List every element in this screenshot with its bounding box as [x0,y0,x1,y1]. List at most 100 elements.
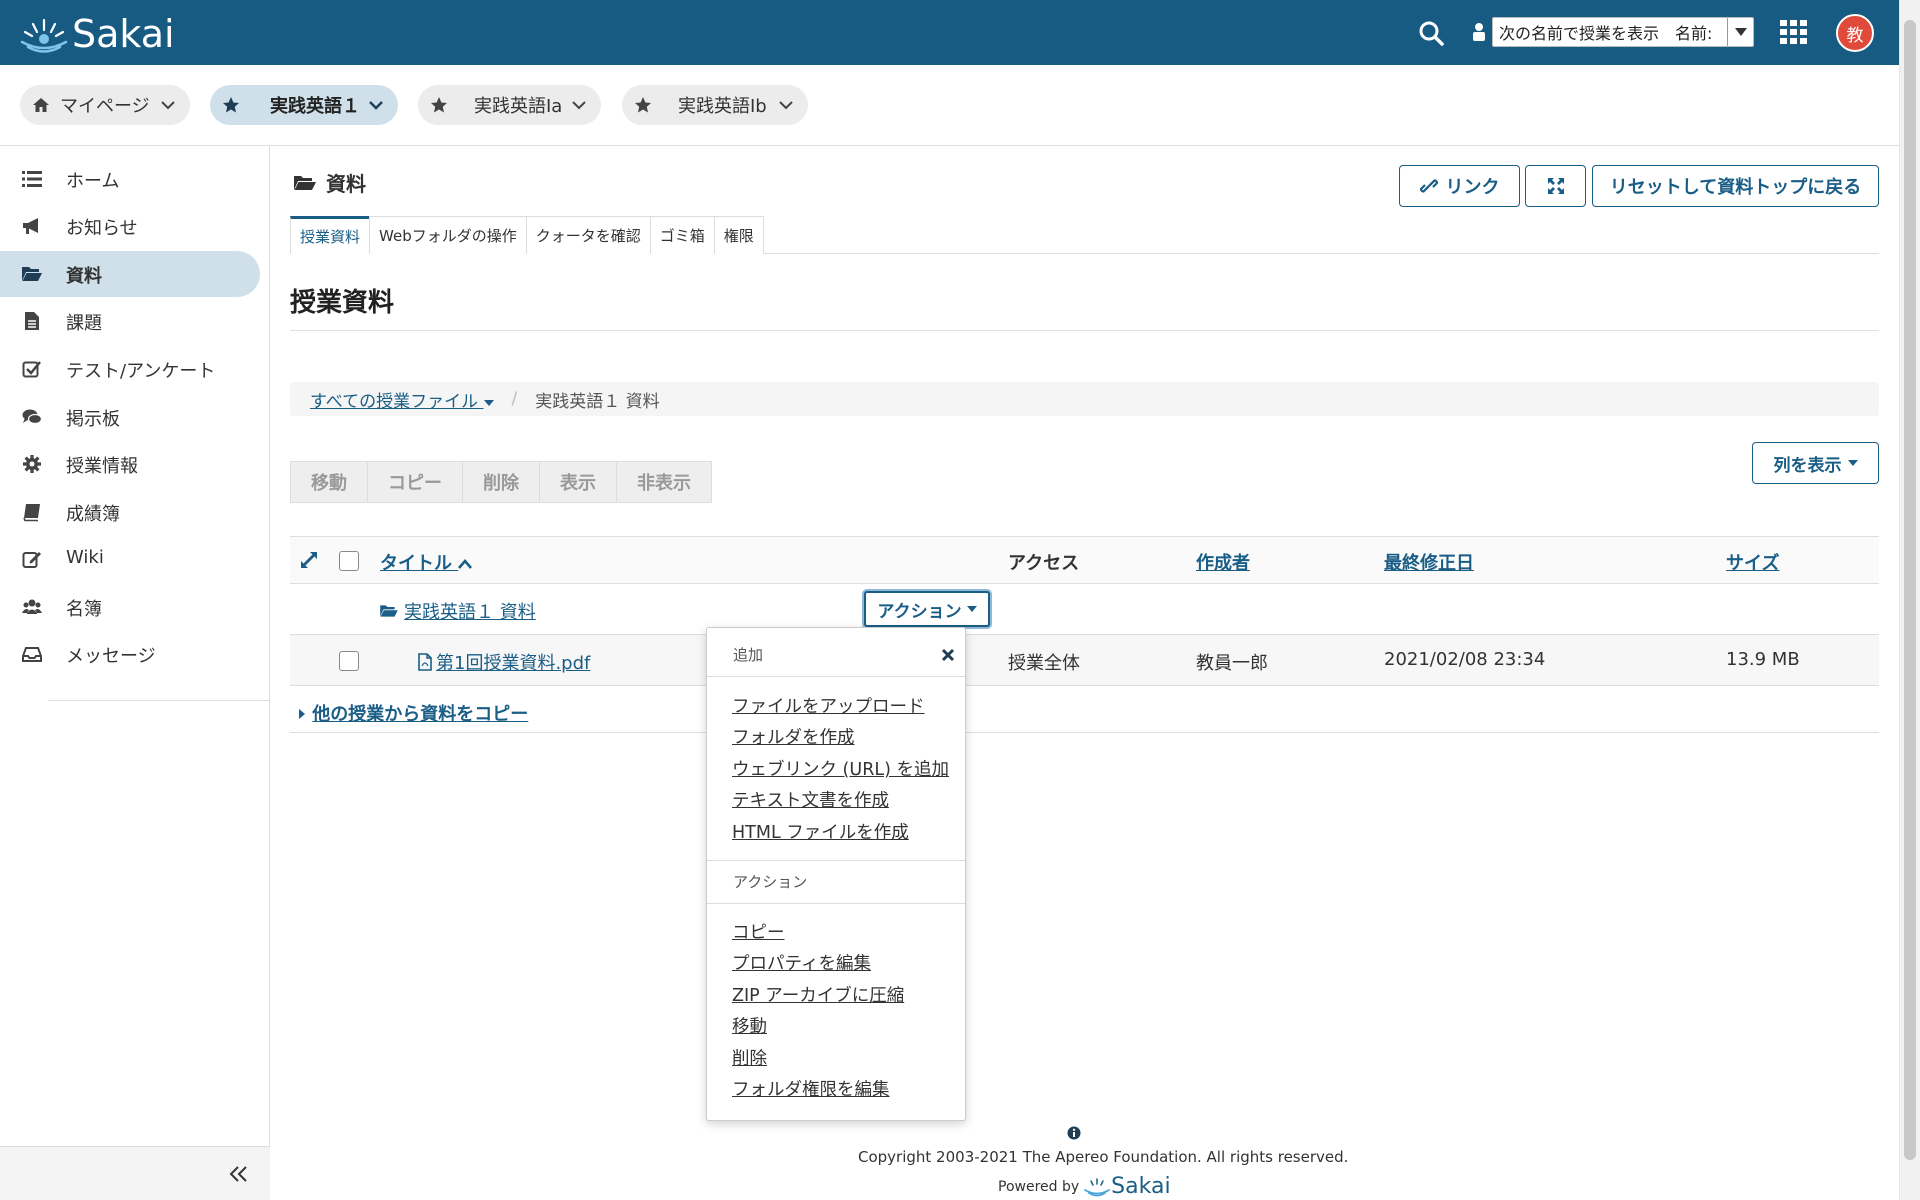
footer-logo-text: Sakai [1111,1174,1171,1199]
table-row-folder: 実践英語１ 資料 アクション [290,584,1879,635]
sidebar-item-roster[interactable]: 名簿 [0,584,260,630]
page-scrollbar[interactable] [1899,0,1920,1200]
maximize-button[interactable] [1525,165,1586,207]
tab-webdav[interactable]: Webフォルダの操作 [369,216,527,254]
show-button[interactable]: 表示 [539,461,617,503]
site-tab-my-workspace[interactable]: マイページ [20,85,190,125]
users-icon [22,599,42,614]
logo-text: Sakai [72,12,175,56]
delete-button[interactable]: 削除 [462,461,540,503]
sidebar-item-wiki[interactable]: Wiki [0,536,260,582]
scrollbar-thumb[interactable] [1904,20,1916,1160]
button-label: コピー [388,473,442,494]
copy-button[interactable]: コピー [367,461,463,503]
compress-zip-item[interactable]: ZIP アーカイブに圧縮 [732,982,904,1007]
file-link[interactable]: 第1回授業資料.pdf [418,649,590,675]
edit-icon [22,552,41,568]
access-column-header: アクセス [1008,553,1080,574]
tab-trash[interactable]: ゴミ箱 [649,216,715,254]
star-icon [635,97,651,113]
button-label: 非表示 [637,473,691,494]
sidebar-item-label: ホーム [66,171,120,192]
author-column-sort[interactable]: 作成者 [1196,549,1250,575]
breadcrumb-root-link[interactable]: すべての授業ファイル [310,387,494,412]
tab-permissions[interactable]: 権限 [713,216,764,254]
show-columns-button[interactable]: 列を表示 [1752,442,1879,484]
user-avatar[interactable]: 教 [1836,14,1874,52]
chevron-down-icon[interactable] [160,98,176,112]
expand-all-icon[interactable] [300,551,318,569]
sidebar-item-label: 授業情報 [66,456,138,477]
tab-label: 権限 [723,227,754,245]
site-tab-label: 実践英語Ia [474,96,563,117]
create-text-doc-item[interactable]: テキスト文書を作成 [732,787,889,812]
chevron-down-icon[interactable] [368,98,384,112]
chevron-down-icon[interactable] [778,98,794,112]
sidebar-item-messages[interactable]: メッセージ [0,631,260,677]
heading-divider [290,330,1879,331]
move-item[interactable]: 移動 [732,1013,767,1038]
megaphone-icon [23,218,38,234]
footer-sakai-logo[interactable]: Sakai [1083,1174,1171,1199]
hide-button[interactable]: 非表示 [616,461,712,503]
modified-column-sort[interactable]: 最終修正日 [1384,549,1474,575]
site-tab-practical-english-ib[interactable]: 実践英語Ib [622,85,808,125]
row-select-checkbox[interactable] [339,651,359,671]
reset-to-top-button[interactable]: リセットして資料トップに戻る [1592,165,1879,207]
view-as-role-select[interactable]: 次の名前で授業を表示 名前: [1492,17,1754,47]
pdf-file-icon [418,653,432,671]
move-button[interactable]: 移動 [290,461,368,503]
delete-item[interactable]: 削除 [732,1045,767,1070]
sidebar-item-assignments[interactable]: 課題 [0,298,260,344]
site-tab-practical-english-1[interactable]: 実践英語１ [210,85,398,125]
breadcrumb: すべての授業ファイル / 実践英語１ 資料 [290,382,1879,416]
sakai-logo[interactable]: Sakai [18,12,175,56]
apps-grid-icon[interactable] [1780,20,1808,44]
tab-label: 授業資料 [300,228,361,246]
table-row-file: 第1回授業資料.pdf 授業全体 教員一郎 2021/02/08 23:34 1… [290,635,1879,686]
sidebar-item-gradebook[interactable]: 成績簿 [0,489,260,535]
sidebar-item-tests-quizzes[interactable]: テスト/アンケート [0,346,260,392]
info-icon[interactable] [1067,1126,1081,1140]
close-icon[interactable] [941,648,955,662]
list-icon [22,171,42,187]
create-html-file-item[interactable]: HTML ファイルを作成 [732,819,909,844]
create-folder-item[interactable]: フォルダを作成 [732,724,855,749]
breadcrumb-current: 実践英語１ 資料 [535,391,660,412]
tab-site-resources[interactable]: 授業資料 [290,216,371,254]
sidebar-item-resources[interactable]: 資料 [0,251,260,297]
upload-files-item[interactable]: ファイルをアップロード [732,693,925,718]
search-icon[interactable] [1418,20,1444,46]
title-column-sort[interactable]: タイトル [380,549,473,575]
sidebar-item-site-info[interactable]: 授業情報 [0,441,260,487]
sidebar-item-label: メッセージ [66,646,156,667]
file-access: 授業全体 [1008,653,1080,674]
copy-from-other-site-link[interactable]: 他の授業から資料をコピー [298,700,528,726]
tab-label: Webフォルダの操作 [379,227,517,245]
site-tab-practical-english-ia[interactable]: 実践英語Ia [418,85,601,125]
breadcrumb-separator: / [511,389,518,409]
sidebar-item-forums[interactable]: 掲示板 [0,394,260,440]
column-header-label: タイトル [380,553,452,574]
sidebar-item-label: テスト/アンケート [66,361,216,382]
sidebar-item-home[interactable]: ホーム [0,156,260,202]
edit-properties-item[interactable]: プロパティを編集 [732,950,871,975]
copy-item[interactable]: コピー [732,919,785,944]
folder-actions-button[interactable]: アクション [864,591,990,627]
link-button[interactable]: リンク [1399,165,1520,207]
comments-icon [22,409,42,425]
role-select-value: 次の名前で授業を表示 名前: [1499,24,1713,43]
edit-folder-permissions-item[interactable]: フォルダ権限を編集 [732,1076,890,1101]
file-name: 第1回授業資料.pdf [436,653,591,674]
sidebar-collapse-bar[interactable] [0,1146,270,1200]
chevron-down-icon[interactable] [571,98,587,112]
tab-check-quota[interactable]: クォータを確認 [525,216,651,254]
double-chevron-left-icon[interactable] [228,1163,250,1185]
caret-down-icon [483,399,494,406]
sidebar-item-announcements[interactable]: お知らせ [0,203,260,249]
select-all-checkbox[interactable] [339,551,359,571]
add-web-link-item[interactable]: ウェブリンク (URL) を追加 [732,756,949,781]
size-column-sort[interactable]: サイズ [1726,549,1779,575]
folder-link[interactable]: 実践英語１ 資料 [380,598,536,624]
avatar-initial: 教 [1846,25,1864,46]
